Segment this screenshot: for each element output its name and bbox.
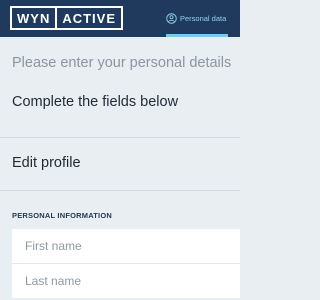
intro-title: Please enter your personal details [12,55,232,71]
personal-information-heading: PERSONAL INFORMATION [12,211,112,220]
intro-subtitle: Complete the fields below [12,94,179,110]
first-name-input[interactable] [12,229,240,263]
divider [0,190,240,191]
top-navigation-bar: WYN ACTIVE Personal data [0,0,240,37]
logo-text-active: ACTIVE [62,10,117,26]
logo-text-wyn: WYN [12,8,58,28]
intro-section: Please enter your personal details Compl… [0,37,240,137]
edit-profile-link[interactable]: Edit profile [12,155,81,171]
divider [0,137,240,138]
last-name-input[interactable] [12,264,240,298]
tab-personal-data-label: Personal data [180,14,227,23]
user-circle-icon [166,13,177,24]
last-name-field-container [12,264,240,298]
wyn-active-logo[interactable]: WYN ACTIVE [10,6,124,30]
first-name-field-container [12,229,240,263]
tab-personal-data[interactable]: Personal data [166,0,228,37]
